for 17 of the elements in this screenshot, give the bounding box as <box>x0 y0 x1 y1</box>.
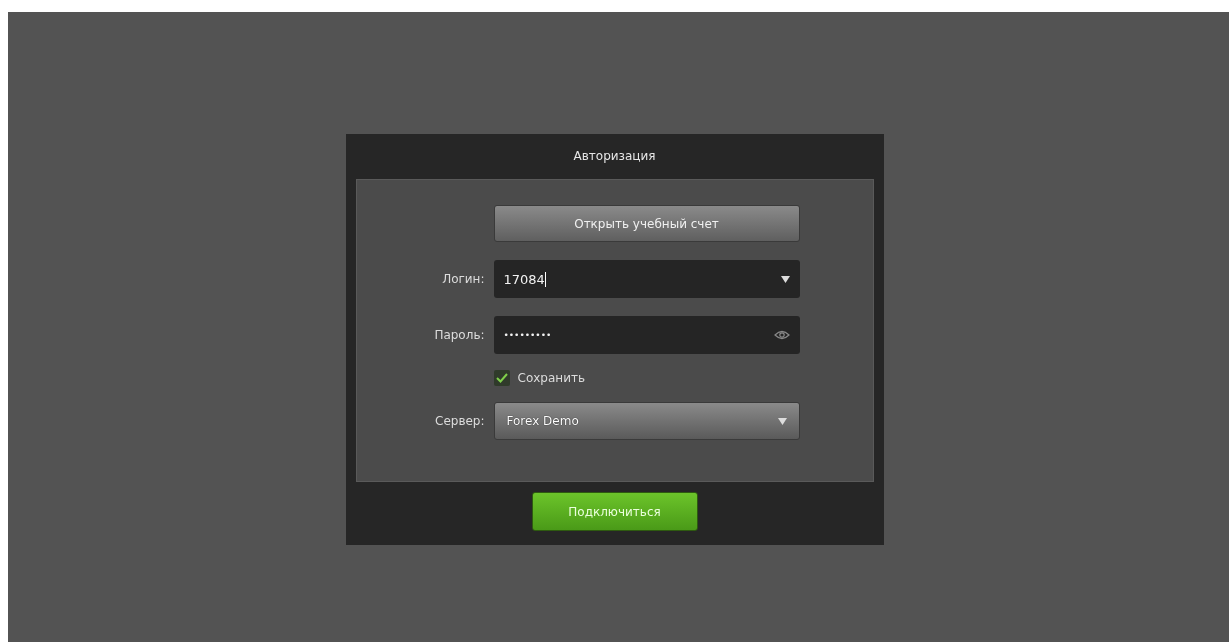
password-label: Пароль: <box>434 328 485 342</box>
save-checkbox[interactable] <box>493 370 510 386</box>
dialog-title: Авторизация <box>573 148 656 165</box>
login-value: 17084 <box>503 271 546 287</box>
server-value: Forex Demo <box>506 414 579 428</box>
login-label: Логин: <box>442 272 485 286</box>
save-label: Сохранить <box>517 371 585 385</box>
password-field[interactable]: ••••••••• <box>493 316 800 354</box>
connect-button[interactable]: Подключиться <box>531 492 698 531</box>
password-value: ••••••••• <box>503 330 552 340</box>
caret-icon <box>777 417 787 425</box>
server-label: Сервер: <box>435 414 485 428</box>
caret-icon <box>780 275 790 283</box>
eye-icon[interactable] <box>773 330 790 340</box>
open-demo-account-button[interactable]: Открыть учебный счет <box>493 205 800 242</box>
server-select[interactable]: Forex Demo <box>493 402 800 440</box>
login-field[interactable]: 17084 <box>493 260 800 298</box>
